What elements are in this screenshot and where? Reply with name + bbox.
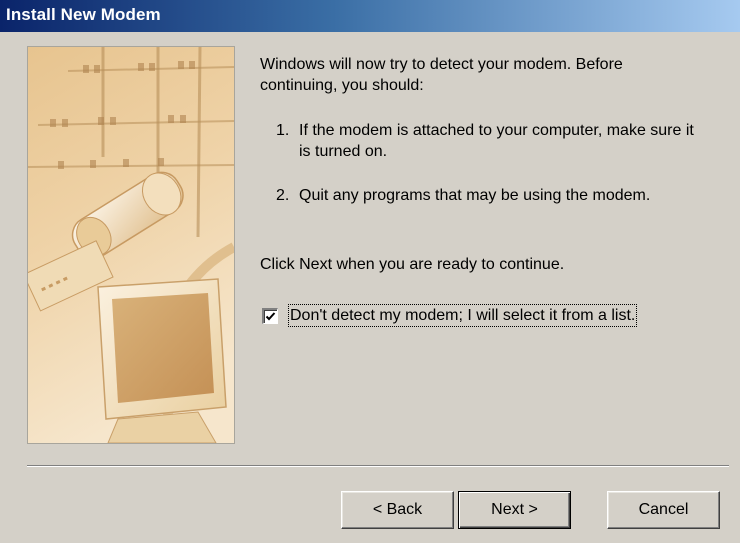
back-button[interactable]: < Back [341,491,454,529]
dont-detect-checkbox-row[interactable]: Don't detect my modem; I will select it … [262,304,638,327]
window-title: Install New Modem [6,5,161,24]
step-item: 2. Quit any programs that may be using t… [276,185,696,206]
step-text: Quit any programs that may be using the … [299,187,651,204]
ready-text: Click Next when you are ready to continu… [260,256,565,273]
button-separator [27,465,729,467]
checkmark-icon [265,311,276,320]
next-button[interactable]: Next > [458,491,571,529]
dont-detect-checkbox-label[interactable]: Don't detect my modem; I will select it … [287,304,638,327]
title-bar[interactable]: Install New Modem [0,0,740,32]
step-number: 2. [276,187,290,204]
wizard-modem-illustration [27,46,235,444]
install-new-modem-dialog: Install New Modem Windows will now try t… [0,0,740,543]
cancel-button[interactable]: Cancel [607,491,720,529]
next-button-label: Next > [491,501,538,518]
back-button-label: < Back [372,501,423,518]
step-number: 1. [276,122,290,139]
step-item: 1. If the modem is attached to your comp… [276,120,696,162]
dont-detect-checkbox[interactable] [262,307,278,324]
step-text: If the modem is attached to your compute… [299,122,694,160]
intro-text: Windows will now try to detect your mode… [260,56,623,94]
cancel-button-label: Cancel [638,501,689,518]
